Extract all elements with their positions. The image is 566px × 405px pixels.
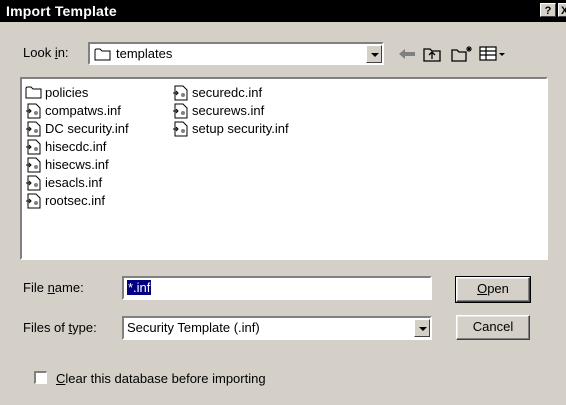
template-file-icon bbox=[26, 157, 41, 173]
clear-database-label: Clear this database before importing bbox=[56, 371, 266, 386]
files-of-type-combobox[interactable]: Security Template (.inf) bbox=[122, 316, 432, 340]
clear-database-checkbox[interactable] bbox=[34, 371, 47, 384]
new-folder-icon[interactable] bbox=[450, 44, 474, 64]
template-file-icon bbox=[26, 103, 41, 119]
file-name-value: *.inf bbox=[127, 280, 152, 295]
look-in-dropdown-arrow[interactable] bbox=[366, 45, 382, 63]
window-title: Import Template bbox=[6, 3, 117, 19]
up-folder-icon[interactable] bbox=[422, 44, 444, 64]
import-template-dialog: Import Template ? X Look in: templates p… bbox=[0, 0, 566, 405]
template-file-icon bbox=[26, 193, 41, 209]
title-bar: Import Template ? X bbox=[0, 0, 566, 22]
template-file-icon bbox=[26, 121, 41, 137]
folder-icon bbox=[25, 86, 42, 99]
close-button[interactable]: X bbox=[558, 3, 566, 17]
file-name-label: File name: bbox=[23, 280, 84, 295]
template-file-icon bbox=[26, 139, 41, 155]
look-in-value: templates bbox=[116, 46, 173, 61]
cancel-button[interactable]: Cancel bbox=[456, 315, 530, 340]
folder-icon bbox=[94, 48, 111, 61]
back-arrow-icon[interactable] bbox=[396, 44, 418, 64]
files-of-type-label: Files of type: bbox=[23, 320, 97, 335]
file-list[interactable]: policies compatws.inf DC security.inf hi… bbox=[20, 77, 548, 260]
files-of-type-value: Security Template (.inf) bbox=[127, 320, 260, 335]
files-of-type-dropdown-arrow[interactable] bbox=[414, 319, 430, 337]
template-file-icon bbox=[173, 85, 188, 101]
template-file-icon bbox=[173, 121, 188, 137]
template-file-icon bbox=[26, 175, 41, 191]
view-menu-icon[interactable] bbox=[478, 44, 508, 64]
open-button[interactable]: Open bbox=[455, 276, 531, 303]
file-name-field[interactable]: *.inf bbox=[122, 276, 432, 300]
help-button[interactable]: ? bbox=[540, 3, 556, 17]
look-in-combobox[interactable]: templates bbox=[88, 42, 384, 65]
template-file-icon bbox=[173, 103, 188, 119]
look-in-label: Look in: bbox=[23, 45, 69, 60]
